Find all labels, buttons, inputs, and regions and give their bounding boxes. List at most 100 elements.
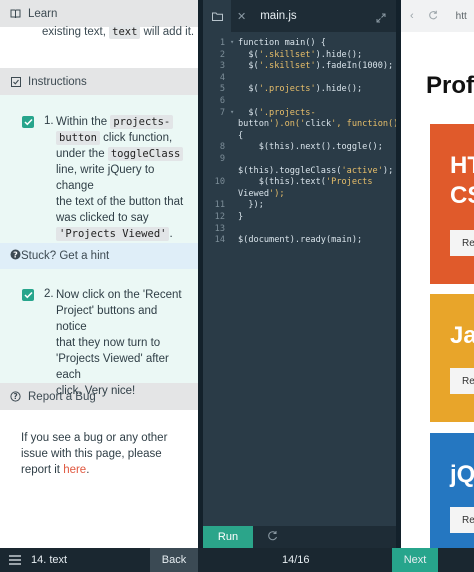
page-indicator: 14/16 <box>282 554 310 566</box>
folder-icon[interactable] <box>203 0 231 32</box>
task-1-code: toggleClass <box>107 147 184 161</box>
task-1-line: Within the <box>56 116 108 128</box>
hint-label: Stuck? Get a hint <box>21 250 110 262</box>
task-1: 1. Within the projects- button click fun… <box>0 95 198 243</box>
task-1-number: 1. <box>44 115 54 127</box>
code-text: }); <box>238 200 264 211</box>
code-text: } <box>238 212 244 222</box>
code-line: 13 <box>203 224 396 236</box>
lesson-panel: Learn existing text, text will add it. I… <box>0 0 198 548</box>
question-circle-icon: ? <box>10 391 21 402</box>
run-button[interactable]: Run <box>203 526 253 548</box>
task-2-line: Project' buttons and notice <box>56 305 158 333</box>
code-line: 10 $(this).text('Projects <box>203 177 396 189</box>
file-tab[interactable]: main.js <box>260 10 296 22</box>
code-line: 7 ▾ $('.projects- <box>203 108 396 120</box>
svg-text:?: ? <box>13 250 18 259</box>
url-field[interactable]: htt <box>456 11 467 22</box>
line-number: 9 <box>219 154 225 164</box>
task-1-line: line, write jQuery to change <box>56 164 155 192</box>
code-text: $(this).next().toggle(); <box>238 142 383 153</box>
card-title: Ja <box>450 322 474 349</box>
task-1-text: Within the projects- button click functi… <box>56 114 184 242</box>
menu-icon[interactable] <box>9 555 21 568</box>
code-line: 9 <box>203 154 396 166</box>
line-number: 10 <box>214 177 225 188</box>
next-button[interactable]: Next <box>392 548 438 572</box>
card-title: jQ <box>450 461 474 488</box>
task-2-text: Now click on the 'Recent Project' button… <box>56 287 191 399</box>
learn-label: Learn <box>28 7 58 20</box>
line-number: 3 <box>219 61 225 72</box>
fold-icon[interactable]: ▾ <box>230 108 234 116</box>
code-text: function main() { <box>238 38 326 48</box>
code-text: $('.projects- <box>238 107 316 118</box>
task-2-line: click. Very nice! <box>56 385 136 397</box>
code-line: Viewed'); <box>203 189 396 201</box>
learn-text-prefix: existing text, <box>42 26 106 38</box>
code-line: 4 <box>203 73 396 85</box>
lesson-title[interactable]: 14. text <box>31 554 67 566</box>
instructions-label: Instructions <box>28 75 87 88</box>
svg-text:?: ? <box>13 392 17 401</box>
line-number: 5 <box>219 84 225 95</box>
line-number: 7 <box>219 107 225 118</box>
task-2: 2. Now click on the 'Recent Project' but… <box>0 269 198 397</box>
code-line: 8 $(this).next().toggle(); <box>203 142 396 154</box>
task-2-line: Now click on the 'Recent <box>56 289 182 301</box>
code-line: 11 }); <box>203 200 396 212</box>
task-1-code: 'Projects Viewed' <box>56 227 170 241</box>
editor-toolbar: Run <box>203 526 396 548</box>
card-title: HT <box>450 152 474 179</box>
code-text: $(this).toggleClass('active'); <box>238 165 394 176</box>
fold-icon[interactable]: ▾ <box>230 38 234 46</box>
bottom-nav: 14. text Back 14/16 Next <box>0 548 474 572</box>
code-line: button').on('click', function() <box>203 119 398 131</box>
checkbox-icon <box>10 76 21 87</box>
close-tab-icon[interactable]: ✕ <box>237 10 246 23</box>
code-text: { <box>238 130 244 141</box>
editor-tabs: ✕ main.js <box>203 0 396 32</box>
code-text: $(document).ready(main); <box>238 235 363 246</box>
report-link[interactable]: here <box>63 464 86 476</box>
expand-icon[interactable] <box>376 10 386 28</box>
task-2-line: 'Projects Viewed' after each <box>56 353 169 381</box>
task-1-line: under the <box>56 148 105 160</box>
line-number: 4 <box>219 72 225 83</box>
refresh-icon[interactable] <box>267 528 278 546</box>
skill-card-js: Ja Re <box>430 294 474 422</box>
bug-end: . <box>86 464 90 476</box>
line-number: 11 <box>214 200 225 211</box>
instructions-header[interactable]: Instructions <box>0 68 198 95</box>
line-number: 2 <box>219 49 225 60</box>
code-line: 12} <box>203 212 396 224</box>
task-1-line: was clicked to say <box>56 212 149 224</box>
task-2-checkbox[interactable] <box>22 289 34 301</box>
back-arrow-icon[interactable]: ‹ <box>410 10 414 22</box>
code-line: 14 $(document).ready(main); <box>203 235 396 247</box>
code-line: 3 $('.skillset').fadeIn(1000); <box>203 61 396 73</box>
card-button[interactable]: Re <box>450 368 474 394</box>
card-button[interactable]: Re <box>450 230 474 256</box>
hint-header[interactable]: ? Stuck? Get a hint <box>0 243 198 269</box>
line-number: 14 <box>214 235 225 246</box>
code-editor: ✕ main.js 1 ▾ function main() { 2 $('.skill… <box>203 0 398 548</box>
learn-header[interactable]: Learn <box>0 0 198 27</box>
back-button[interactable]: Back <box>150 548 198 572</box>
line-number: 12 <box>214 212 225 222</box>
card-button[interactable]: Re <box>450 507 474 533</box>
task-1-line: . <box>169 228 173 240</box>
learn-content: existing text, text will add it. <box>0 25 198 67</box>
learn-code: text <box>109 25 141 39</box>
app-root: Learn existing text, text will add it. I… <box>0 0 474 572</box>
reload-icon[interactable] <box>428 10 438 23</box>
task-2-line: that they now turn to <box>56 337 161 349</box>
task-1-line: click function, <box>103 132 173 144</box>
code-line: 2 $('.skillset').hide(); <box>203 50 396 62</box>
task-1-checkbox[interactable] <box>22 116 34 128</box>
page-heading: Prof <box>426 72 474 99</box>
code-text: $(this).text('Projects <box>238 177 373 188</box>
bug-text: If you see a bug or any other issue with… <box>0 410 198 478</box>
code-text: $('.projects').hide(); <box>238 84 363 95</box>
line-number: 1 <box>219 38 225 48</box>
